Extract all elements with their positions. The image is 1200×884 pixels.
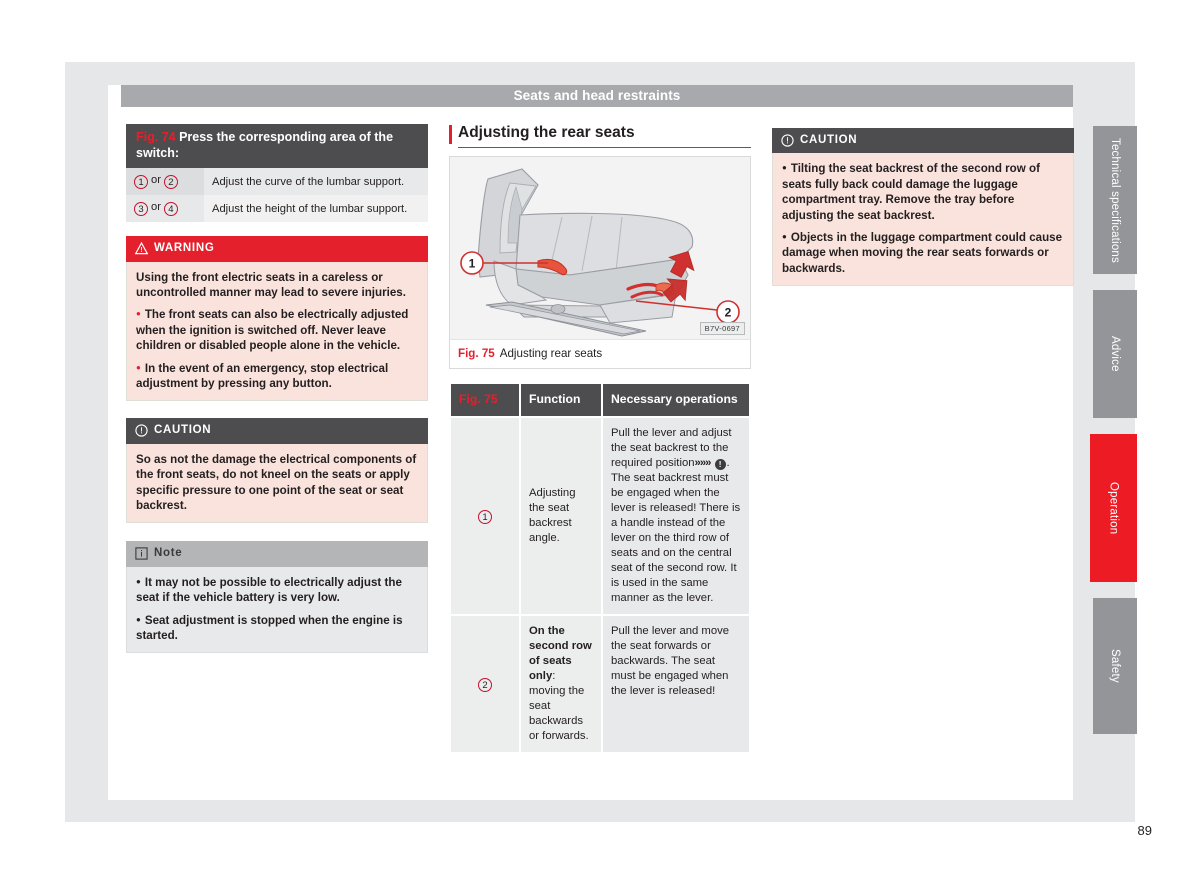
figure-caption-number: Fig. 75: [458, 347, 495, 360]
sidebar-item-technical-specifications[interactable]: Technical specifications: [1093, 126, 1137, 274]
table-row-1-function: Adjusting the seat backrest angle.: [521, 417, 601, 615]
lumbar-row-1-marks: 1 or 2: [126, 168, 204, 196]
caution-circle-icon: [135, 424, 148, 438]
caution-box-header: CAUTION: [772, 128, 1074, 154]
caution-paragraph: Tilting the seat backrest of the second …: [782, 161, 1064, 223]
warning-box: WARNING Using the front electric seats i…: [126, 236, 428, 402]
table-row: 2 On the second row of seats only: movin…: [451, 616, 749, 753]
sidebar-item-label: Safety: [1109, 649, 1121, 683]
warning-paragraph: In the event of an emergency, stop elect…: [136, 361, 418, 392]
note-paragraph: Seat adjustment is stopped when the engi…: [136, 613, 418, 644]
warning-paragraph: Using the front electric seats in a care…: [136, 270, 406, 300]
running-header-title: Seats and head restraints: [121, 85, 1073, 107]
caution-box-right: CAUTION Tilting the seat backrest of the…: [772, 128, 1074, 287]
figure-caption-text: Adjusting rear seats: [499, 347, 603, 360]
caution-box-body: So as not the damage the electrical comp…: [126, 443, 428, 524]
circled-number-1: 1: [478, 509, 492, 524]
warning-triangle-icon: [134, 242, 149, 255]
svg-text:1: 1: [469, 257, 476, 271]
circled-number-2: 2: [163, 175, 178, 190]
table-row: 1 Adjusting the seat backrest angle. Pul…: [451, 417, 749, 615]
note-box-title: Note: [154, 547, 183, 560]
table-row-1-operations: Pull the lever and adjust the seat backr…: [603, 417, 749, 615]
sidebar-item-operation[interactable]: Operation: [1090, 434, 1137, 582]
column-right: CAUTION Tilting the seat backrest of the…: [772, 124, 1074, 300]
fig74-block: Fig. 74 Press the corresponding area of …: [126, 124, 428, 223]
lumbar-row-1-text: Adjust the curve of the lumbar support.: [204, 168, 428, 196]
warning-box-body: Using the front electric seats in a care…: [126, 261, 428, 402]
table-row-2-function: On the second row of seats only: moving …: [521, 616, 601, 753]
sidebar-item-safety[interactable]: Safety: [1093, 598, 1137, 734]
lumbar-switch-table: 1 or 2 Adjust the curve of the lumbar supp…: [126, 168, 428, 223]
figure-caption: Fig. 75 Adjusting rear seats: [450, 339, 750, 368]
page-number: 89: [1137, 823, 1152, 838]
warning-ref-icon: !: [714, 458, 726, 470]
seat-illustration: 1 2 B7V-0697: [450, 157, 750, 339]
warning-paragraph: The front seats can also be electrically…: [136, 307, 418, 353]
figure-75: 1 2 B7V-0697 Fig. 75 Adjusting rear seats: [449, 156, 751, 369]
manual-page-root: Seats and head restraints Fig. 74 Press …: [0, 0, 1200, 884]
lumbar-row-2-marks: 3 or 4: [126, 195, 204, 223]
note-box-header: Note: [126, 541, 428, 567]
table-row: 3 or 4 Adjust the height of the lumbar sup…: [126, 195, 428, 223]
circled-number-3: 3: [134, 202, 148, 217]
table-row-2-operations: Pull the lever and move the seat forward…: [603, 616, 749, 753]
table-row-2-function-bold: On the second row of seats only: [529, 625, 592, 683]
caution-paragraph: So as not the damage the electrical comp…: [136, 452, 417, 513]
note-box: Note It may not be possible to electrica…: [126, 541, 428, 654]
table-header-row: Fig. 75 Function Necessary operations: [451, 384, 749, 416]
sidebar-item-advice[interactable]: Advice: [1093, 290, 1137, 418]
table-header-function: Function: [521, 384, 601, 416]
caution-box-title: CAUTION: [154, 424, 212, 437]
warning-box-title: WARNING: [154, 242, 215, 255]
cross-reference-arrow-icon: »»»: [694, 456, 712, 469]
table-header-fig: Fig. 75: [451, 384, 519, 416]
ops-text-pre: Pull the lever and adjust the seat backr…: [611, 426, 732, 469]
note-box-body: It may not be possible to electrically a…: [126, 566, 428, 654]
caution-circle-icon: [781, 134, 794, 147]
page-title: Adjusting the rear seats: [458, 124, 751, 148]
circled-number-4: 4: [163, 202, 178, 217]
sidebar-item-label: Advice: [1109, 336, 1121, 372]
ops-text-post: . The seat backrest must be engaged when…: [611, 456, 741, 605]
note-paragraph: It may not be possible to electrically a…: [136, 575, 418, 606]
rear-seat-operations-table: Fig. 75 Function Necessary operations 1 …: [449, 382, 751, 754]
fig74-number: Fig. 74: [136, 130, 176, 144]
table-row-1-mark: 1: [451, 417, 519, 615]
column-middle: Adjusting the rear seats 1 2 B7V-0697 Fi…: [449, 124, 751, 754]
caution-paragraph: Objects in the luggage compartment could…: [782, 230, 1064, 276]
svg-text:2: 2: [725, 306, 732, 320]
warning-box-header: WARNING: [126, 236, 428, 262]
info-icon: [135, 547, 148, 561]
table-header-operations: Necessary operations: [603, 384, 749, 416]
fig74-header: Fig. 74 Press the corresponding area of …: [126, 124, 428, 169]
circled-number-1: 1: [134, 175, 148, 190]
column-left: Fig. 74 Press the corresponding area of …: [126, 124, 428, 667]
caution-box-body: Tilting the seat backrest of the second …: [772, 153, 1074, 287]
rear-seat-drawing: 1 2: [450, 157, 750, 339]
caution-box-header: CAUTION: [126, 418, 428, 444]
figure-code-label: B7V-0697: [699, 322, 745, 335]
caution-box-title: CAUTION: [800, 134, 858, 146]
section-title-wrap: Adjusting the rear seats: [449, 124, 751, 148]
or-label: or: [151, 201, 161, 214]
caution-box-left: CAUTION So as not the damage the electri…: [126, 418, 428, 524]
or-label: or: [151, 174, 161, 187]
table-row: 1 or 2 Adjust the curve of the lumbar supp…: [126, 168, 428, 196]
sidebar-item-label: Technical specifications: [1109, 137, 1121, 263]
table-row-2-mark: 2: [451, 616, 519, 753]
lumbar-row-2-text: Adjust the height of the lumbar support.: [204, 195, 428, 223]
sidebar-item-label: Operation: [1107, 481, 1120, 535]
circled-number-2: 2: [478, 678, 492, 693]
